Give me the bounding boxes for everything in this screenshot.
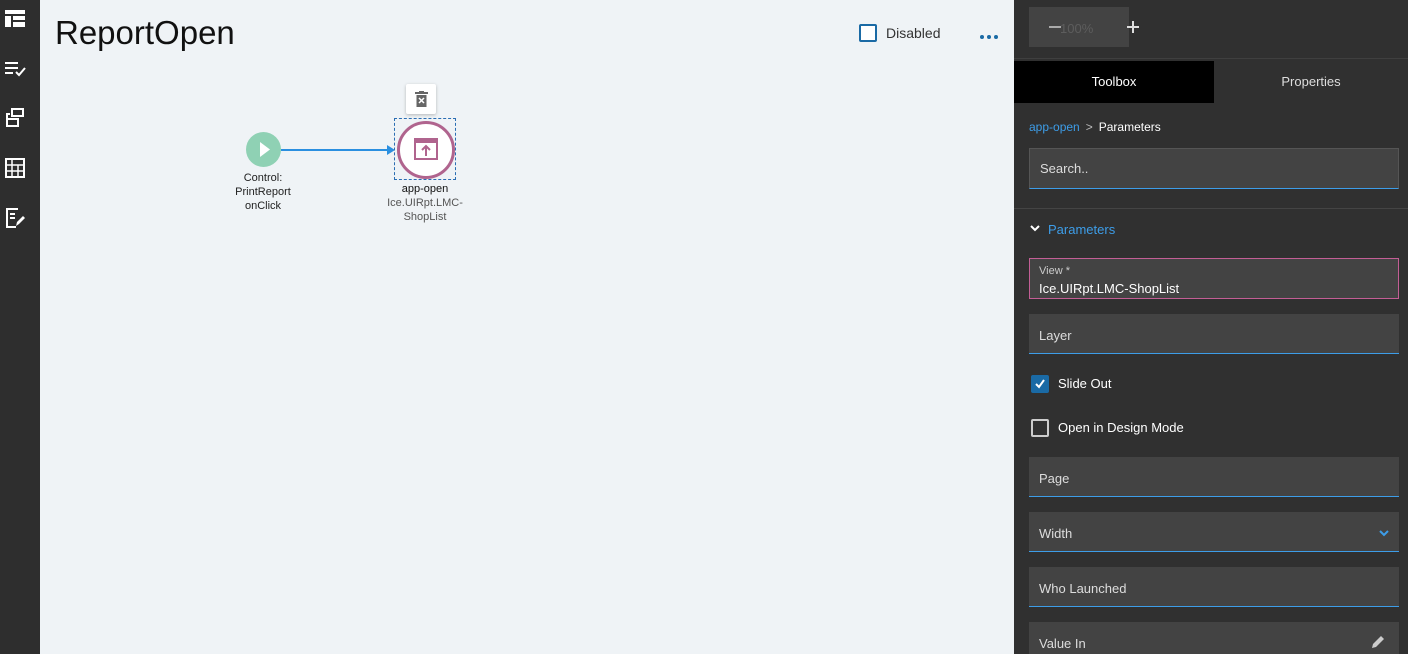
- layout-icon[interactable]: [5, 8, 25, 28]
- edit-document-icon[interactable]: [5, 208, 25, 228]
- search-placeholder: Search..: [1040, 161, 1089, 176]
- workflow-icon[interactable]: [5, 108, 25, 128]
- connector-arrow: [281, 145, 395, 155]
- play-icon: [260, 142, 270, 157]
- breadcrumb-current: Parameters: [1098, 120, 1161, 134]
- value-in-field[interactable]: Value In: [1029, 622, 1399, 654]
- disabled-checkbox[interactable]: [859, 24, 877, 42]
- search-input[interactable]: Search..: [1029, 148, 1399, 189]
- open-design-mode-checkbox[interactable]: [1031, 419, 1049, 437]
- chevron-down-icon: [1379, 530, 1389, 537]
- checklist-icon[interactable]: [5, 59, 26, 79]
- chevron-down-icon: [1030, 225, 1040, 232]
- page-title: ReportOpen: [55, 14, 235, 51]
- properties-panel: 100% Toolbox Properties app-open > Paramet…: [1014, 0, 1408, 654]
- section-divider: [1014, 208, 1408, 209]
- grid-icon[interactable]: [5, 158, 25, 178]
- zoom-level: 100%: [1060, 21, 1094, 36]
- workflow-canvas[interactable]: ReportOpen Disabled Control: PrintReport…: [40, 0, 1014, 654]
- divider: [1014, 58, 1408, 59]
- start-node-label: Control: PrintReport onClick: [235, 172, 291, 212]
- layer-field[interactable]: Layer: [1029, 314, 1399, 354]
- app-node-label: app-open Ice.UIRpt.LMC- ShopList: [387, 183, 463, 223]
- view-label: View *: [1039, 265, 1070, 277]
- breadcrumb-link[interactable]: app-open: [1029, 120, 1080, 134]
- who-launched-field[interactable]: Who Launched: [1029, 567, 1399, 607]
- left-toolbar: [0, 0, 40, 654]
- disabled-label: Disabled: [886, 25, 941, 41]
- breadcrumb-separator: >: [1085, 120, 1093, 134]
- breadcrumb: app-open > Parameters: [1029, 120, 1161, 134]
- view-field[interactable]: View * Ice.UIRpt.LMC-ShopList: [1029, 258, 1399, 299]
- slide-out-checkbox[interactable]: [1031, 375, 1049, 393]
- tab-toolbox[interactable]: Toolbox: [1014, 61, 1214, 103]
- tab-properties[interactable]: Properties: [1214, 61, 1408, 103]
- app-open-node[interactable]: [394, 118, 456, 180]
- app-open-circle[interactable]: [397, 121, 455, 179]
- view-value: Ice.UIRpt.LMC-ShopList: [1039, 281, 1180, 296]
- page-field[interactable]: Page: [1029, 457, 1399, 497]
- more-options-icon[interactable]: [979, 27, 999, 45]
- pencil-icon[interactable]: [1371, 635, 1385, 649]
- delete-node-button[interactable]: [406, 84, 436, 114]
- zoom-in-icon[interactable]: [1127, 21, 1139, 33]
- start-node[interactable]: [246, 132, 281, 167]
- check-icon: [1035, 379, 1045, 389]
- width-select[interactable]: Width: [1029, 512, 1399, 552]
- trash-icon: [415, 91, 428, 107]
- open-app-icon: [414, 138, 438, 160]
